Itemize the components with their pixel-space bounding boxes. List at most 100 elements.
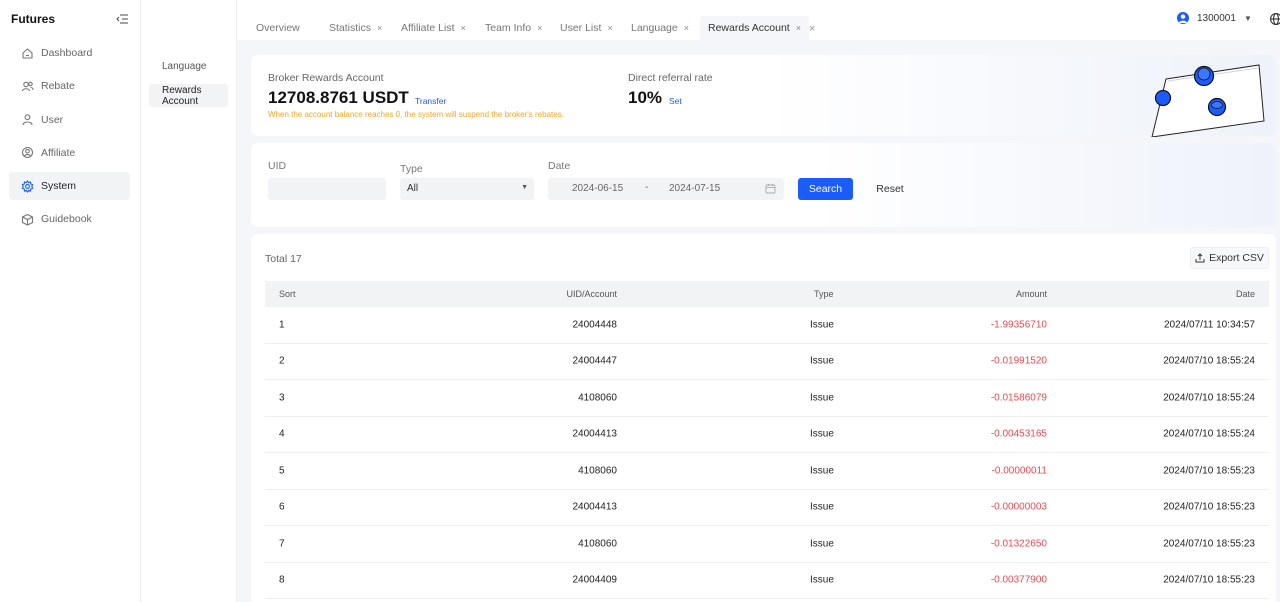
col-type: Type	[814, 289, 834, 299]
table-body: 1 24004448 Issue -1.99356710 2024/07/11 …	[265, 307, 1269, 599]
table-row: 4 24004413 Issue -0.00453165 2024/07/10 …	[265, 417, 1269, 453]
cell-amount: -0.01322650	[990, 538, 1047, 550]
close-icon[interactable]: ×	[684, 23, 689, 33]
nav-item-guidebook[interactable]: Guidebook	[9, 205, 130, 233]
cell-sort: 8	[279, 574, 285, 586]
tab-bar: Overview Statistics × Affiliate List × Tea…	[237, 0, 1280, 40]
date-label: Date	[548, 160, 571, 172]
cell-amount: -1.99356710	[990, 319, 1047, 331]
home-icon	[21, 47, 34, 60]
cell-uid: 24004447	[572, 355, 618, 367]
nav-item-dashboard[interactable]: Dashboard	[9, 39, 130, 67]
cell-sort: 3	[279, 392, 285, 404]
table-row: 6 24004413 Issue -0.00000003 2024/07/10 …	[265, 490, 1269, 526]
tab-label: User List	[560, 22, 602, 34]
reset-button[interactable]: Reset	[865, 178, 915, 200]
cell-sort: 7	[279, 538, 285, 550]
cell-type: Issue	[810, 465, 834, 477]
close-icon[interactable]: ×	[537, 23, 542, 33]
calendar-icon	[765, 183, 776, 194]
account-balance: 12708.8761 USDT	[268, 88, 409, 107]
tab-affiliate-list[interactable]: Affiliate List ×	[401, 16, 466, 40]
username: 1300001	[1197, 12, 1236, 24]
date-start[interactable]: 2024-06-15	[572, 183, 623, 194]
chevron-down-icon: ▼	[521, 184, 528, 191]
cell-uid: 24004409	[572, 574, 618, 586]
records-card: Total 17 Export CSV Sort UID/Account Typ…	[251, 234, 1276, 602]
export-csv-button[interactable]: Export CSV	[1190, 247, 1269, 269]
close-icon[interactable]: ×	[377, 23, 382, 33]
nav-item-system[interactable]: System	[9, 172, 130, 201]
table-row: 7 4108060 Issue -0.01322650 2024/07/10 1…	[265, 526, 1269, 563]
cell-uid: 4108060	[578, 465, 617, 477]
filter-card: UID Type All ▼ Date 2024-06-15 - 2024-07…	[251, 143, 1276, 227]
tab-label: Overview	[256, 22, 300, 34]
referral-rate-value: 10%	[628, 88, 663, 107]
type-select[interactable]: All ▼	[400, 178, 534, 200]
cell-type: Issue	[810, 538, 834, 550]
cell-date: 2024/07/10 18:55:24	[1163, 355, 1255, 367]
tab-rewards-account[interactable]: Rewards Account ×	[700, 16, 809, 40]
export-label: Export CSV	[1209, 252, 1264, 264]
uid-label: UID	[268, 160, 287, 172]
date-separator: -	[645, 182, 649, 193]
cell-type: Issue	[810, 355, 834, 367]
cell-uid: 24004448	[572, 319, 618, 331]
transfer-link[interactable]: Transfer	[415, 96, 446, 106]
search-button[interactable]: Search	[798, 178, 853, 200]
referral-rate-label: Direct referral rate	[628, 72, 713, 84]
tab-team-info[interactable]: Team Info ×	[485, 16, 542, 40]
nav-label: System	[41, 180, 77, 193]
set-rate-link[interactable]: Set	[669, 96, 682, 106]
cell-date: 2024/07/10 18:55:23	[1163, 501, 1255, 513]
nav-label: Guidebook	[41, 213, 92, 226]
tab-user-list[interactable]: User List ×	[560, 16, 613, 40]
tab-overview[interactable]: Overview	[256, 16, 300, 40]
close-icon[interactable]: ×	[796, 23, 801, 33]
cell-uid: 24004413	[572, 428, 618, 440]
date-end[interactable]: 2024-07-15	[669, 183, 720, 194]
cell-date: 2024/07/10 18:55:23	[1163, 574, 1255, 586]
rewards-account-card: Broker Rewards Account 12708.8761 USDT T…	[251, 55, 1276, 137]
users-icon	[21, 80, 34, 93]
col-sort[interactable]: Sort	[279, 289, 296, 299]
nav-label: Dashboard	[41, 47, 93, 59]
nav-item-rebate[interactable]: Rebate	[9, 72, 130, 100]
upload-icon	[1195, 253, 1205, 263]
cell-amount: -0.00000011	[991, 465, 1047, 477]
tab-label: Language	[631, 22, 678, 34]
uid-input[interactable]	[268, 178, 386, 200]
close-icon[interactable]: ×	[461, 23, 466, 33]
cell-amount: -0.00000003	[990, 501, 1047, 513]
box-icon	[21, 213, 34, 226]
cell-type: Issue	[810, 501, 834, 513]
cell-uid: 4108060	[578, 538, 617, 550]
tab-statistics[interactable]: Statistics ×	[329, 16, 382, 40]
type-label: Type	[400, 163, 423, 175]
cell-type: Issue	[810, 574, 834, 586]
close-icon[interactable]: ×	[607, 23, 612, 33]
nav-label: Affiliate	[41, 146, 76, 159]
collapse-sidebar-icon[interactable]	[115, 12, 129, 26]
tab-language[interactable]: Language ×	[631, 16, 689, 40]
cell-amount: -0.01991520	[990, 355, 1047, 367]
cell-amount: -0.01586079	[990, 392, 1047, 404]
nav-label: Rebate	[41, 80, 75, 93]
table-row: 3 4108060 Issue -0.01586079 2024/07/10 1…	[265, 380, 1269, 417]
nav-item-affiliate[interactable]: Affiliate	[9, 139, 130, 167]
cell-amount: -0.00377900	[990, 574, 1047, 586]
globe-icon[interactable]	[1269, 12, 1280, 26]
close-all-tabs-icon[interactable]: ×	[809, 23, 815, 35]
cell-date: 2024/07/10 18:55:24	[1163, 428, 1255, 440]
affiliate-icon	[21, 146, 34, 159]
submenu-item-rewards-account[interactable]: Rewards Account	[149, 84, 228, 107]
nav-item-user[interactable]: User	[9, 106, 130, 134]
table-row: 2 24004447 Issue -0.01991520 2024/07/10 …	[265, 344, 1269, 380]
date-range-picker[interactable]: 2024-06-15 - 2024-07-15	[548, 178, 784, 200]
submenu-item-language[interactable]: Language	[149, 61, 228, 75]
col-uid: UID/Account	[566, 289, 617, 299]
cell-type: Issue	[810, 319, 834, 331]
col-amount: Amount	[1015, 289, 1047, 299]
user-menu[interactable]: 1300001 ▼	[1177, 12, 1252, 24]
cell-sort: 5	[279, 465, 285, 477]
